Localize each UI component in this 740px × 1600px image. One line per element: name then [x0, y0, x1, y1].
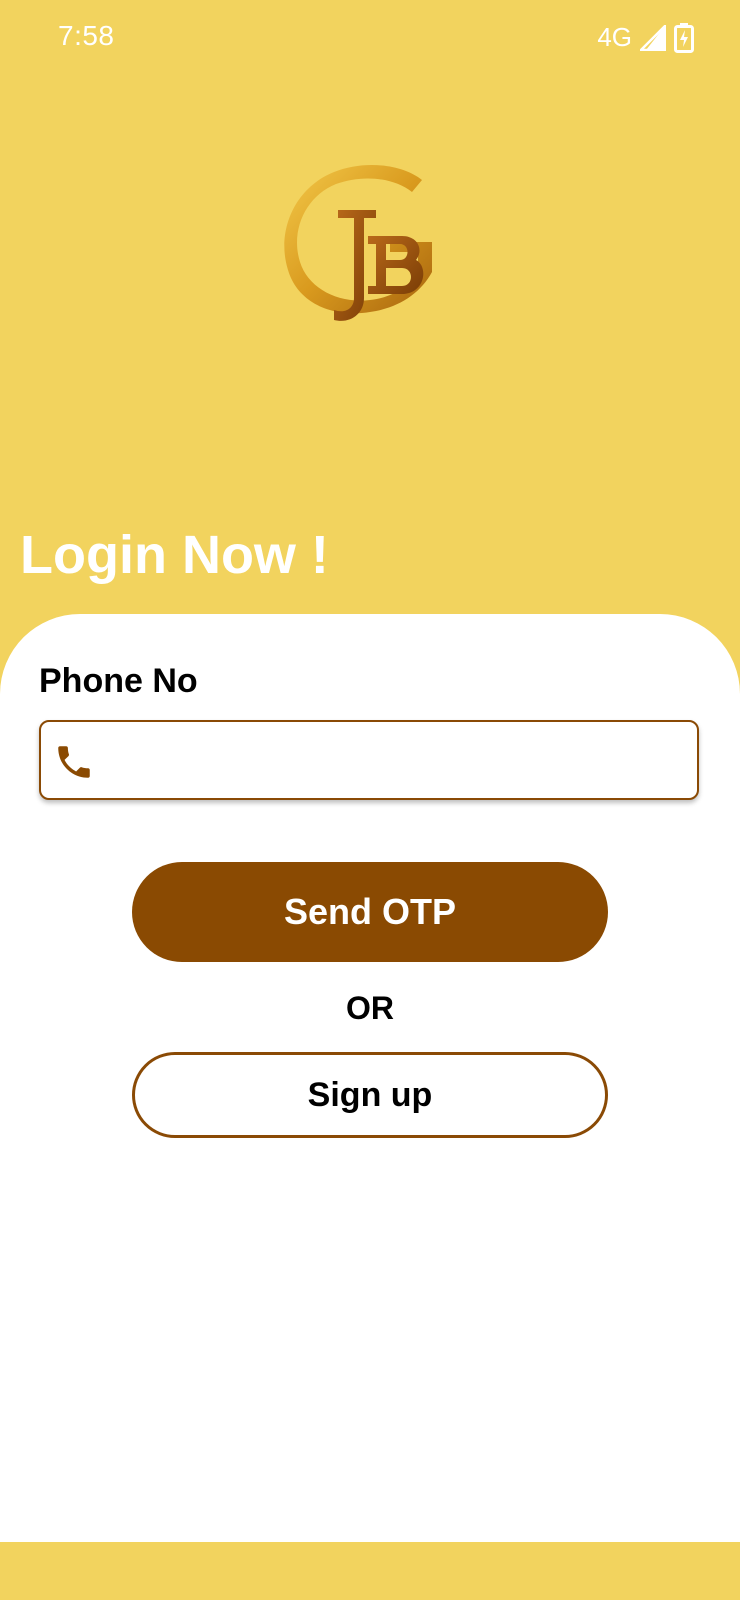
send-otp-button[interactable]: Send OTP	[132, 862, 608, 962]
network-type: 4G	[597, 22, 632, 52]
login-title: Login Now !	[20, 525, 329, 585]
sign-up-button[interactable]: Sign up	[132, 1052, 608, 1138]
phone-field[interactable]	[39, 720, 699, 800]
phone-icon	[58, 746, 90, 778]
status-icons: 4G	[597, 22, 694, 53]
battery-charging-icon	[674, 22, 694, 53]
status-bar: 7:58 4G	[0, 0, 740, 78]
jbg-monogram-logo	[284, 165, 432, 321]
phone-input[interactable]	[113, 722, 693, 800]
phone-label: Phone No	[39, 662, 198, 700]
login-card: Phone No Send OTP OR Sign up	[0, 614, 740, 1542]
status-time: 7:58	[58, 20, 115, 51]
or-divider-text: OR	[346, 990, 394, 1026]
bottom-bar	[0, 1542, 740, 1600]
signal-icon	[640, 24, 666, 51]
